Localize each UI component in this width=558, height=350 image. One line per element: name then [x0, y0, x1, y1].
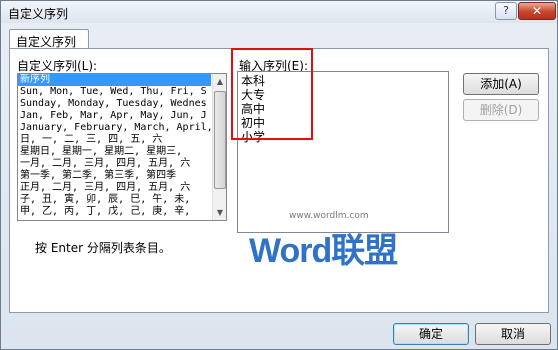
watermark-url: www.wordlm.com — [289, 211, 369, 221]
add-button[interactable]: 添加(A) — [463, 73, 539, 95]
list-item[interactable]: 日, 一, 二, 三, 四, 五, 六 — [18, 134, 211, 146]
delete-button[interactable]: 删除(D) — [463, 99, 539, 121]
list-item[interactable]: 一月, 二月, 三月, 四月, 五月, 六 — [18, 158, 211, 170]
help-button[interactable]: ? — [495, 2, 517, 20]
scroll-down-icon[interactable]: ▼ — [213, 205, 226, 220]
window-title: 自定义序列 — [8, 7, 69, 21]
custom-lists-dialog: 自定义序列 ? ✕ 自定义序列 自定义序列(L): 新序列 Sun, Mon, … — [0, 0, 558, 350]
list-item[interactable]: January, February, March, April, — [18, 122, 211, 134]
title-bar[interactable]: 自定义序列 ? ✕ — [1, 1, 557, 23]
annotation-highlight-box — [231, 48, 313, 140]
list-item[interactable]: 新序列 — [18, 74, 211, 86]
ok-button[interactable]: 确定 — [393, 323, 469, 345]
list-item[interactable]: 第一季, 第二季, 第三季, 第四季 — [18, 170, 211, 182]
list-item[interactable]: Sun, Mon, Tue, Wed, Thu, Fri, S — [18, 86, 211, 98]
watermark: www.wordlm.com Word联盟 — [249, 211, 439, 270]
cancel-button[interactable]: 取消 — [475, 323, 551, 345]
watermark-logo: Word联盟 — [249, 232, 398, 270]
list-item[interactable]: 甲, 乙, 丙, 丁, 戊, 己, 庚, 辛, — [18, 206, 211, 218]
hint-text: 按 Enter 分隔列表条目。 — [35, 241, 171, 255]
list-item[interactable]: 正月, 二月, 三月, 四月, 五月, 六 — [18, 182, 211, 194]
list-item[interactable]: Sunday, Monday, Tuesday, Wednes — [18, 98, 211, 110]
scroll-thumb[interactable] — [214, 91, 226, 189]
list-item[interactable]: Jan, Feb, Mar, Apr, May, Jun, J — [18, 110, 211, 122]
vertical-scrollbar[interactable]: ▲ ▼ — [212, 74, 226, 220]
list-item[interactable]: 子, 丑, 寅, 卯, 辰, 巳, 午, 未, — [18, 194, 211, 206]
close-button[interactable]: ✕ — [518, 2, 556, 20]
tab-custom-lists[interactable]: 自定义序列 — [9, 29, 89, 49]
custom-lists-listbox[interactable]: 新序列 Sun, Mon, Tue, Wed, Thu, Fri, S Sund… — [17, 73, 227, 221]
scroll-up-icon[interactable]: ▲ — [213, 74, 226, 89]
custom-lists-label: 自定义序列(L): — [17, 59, 98, 73]
list-item[interactable]: 星期日, 星期一, 星期二, 星期三, — [18, 146, 211, 158]
